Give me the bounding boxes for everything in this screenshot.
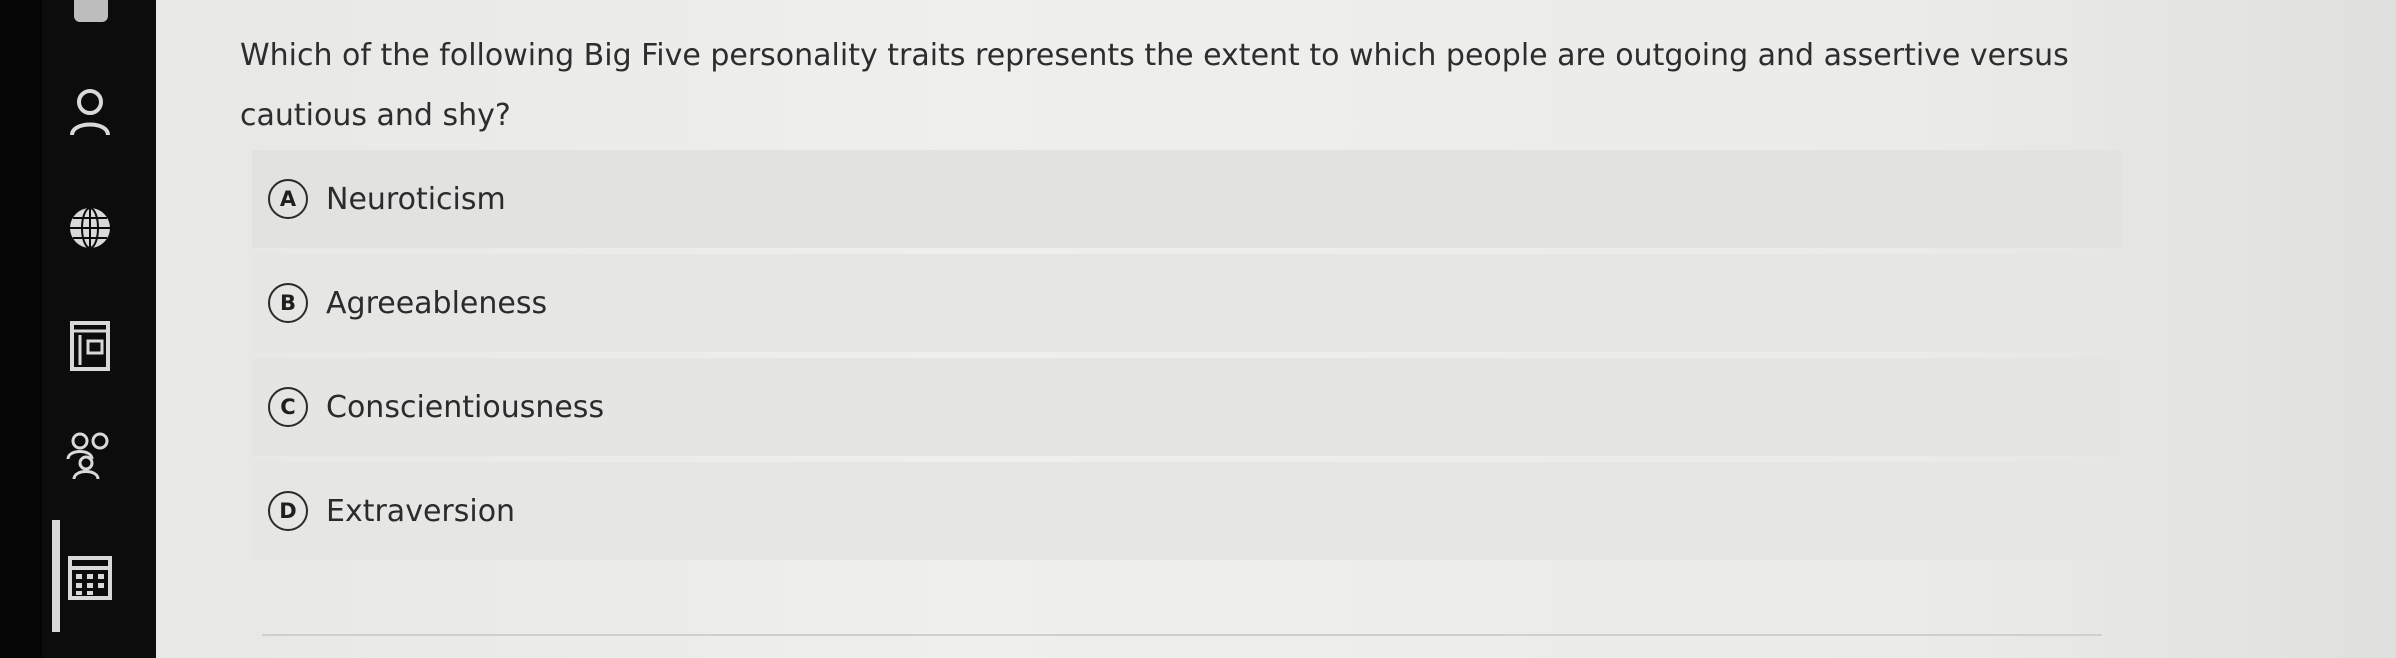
user-icon[interactable] [62,84,118,140]
option-c[interactable]: C Conscientiousness [252,358,2122,456]
option-label: Neuroticism [326,181,506,217]
people-icon[interactable] [62,426,118,482]
sidebar [0,0,156,658]
sidebar-active-indicator [52,520,60,632]
option-letter-badge: C [268,387,308,427]
divider [262,634,2102,636]
option-letter-badge: D [268,491,308,531]
option-a[interactable]: A Neuroticism [252,150,2122,248]
sidebar-top-tab[interactable] [74,0,108,22]
option-d[interactable]: D Extraversion [252,462,2122,560]
quiz-page: Which of the following Big Five personal… [0,0,2396,658]
option-b[interactable]: B Agreeableness [252,254,2122,352]
option-label: Extraversion [326,493,516,529]
calendar-icon[interactable] [62,550,118,606]
question-text: Which of the following Big Five personal… [240,38,2069,133]
sidebar-edge [0,0,42,658]
book-icon[interactable] [62,318,118,374]
answer-options: A Neuroticism B Agreeableness C Conscien… [252,150,2122,566]
globe-icon[interactable] [62,200,118,256]
option-label: Agreeableness [326,285,548,321]
option-letter-badge: A [268,179,308,219]
option-label: Conscientiousness [326,389,605,425]
option-letter-badge: B [268,283,308,323]
